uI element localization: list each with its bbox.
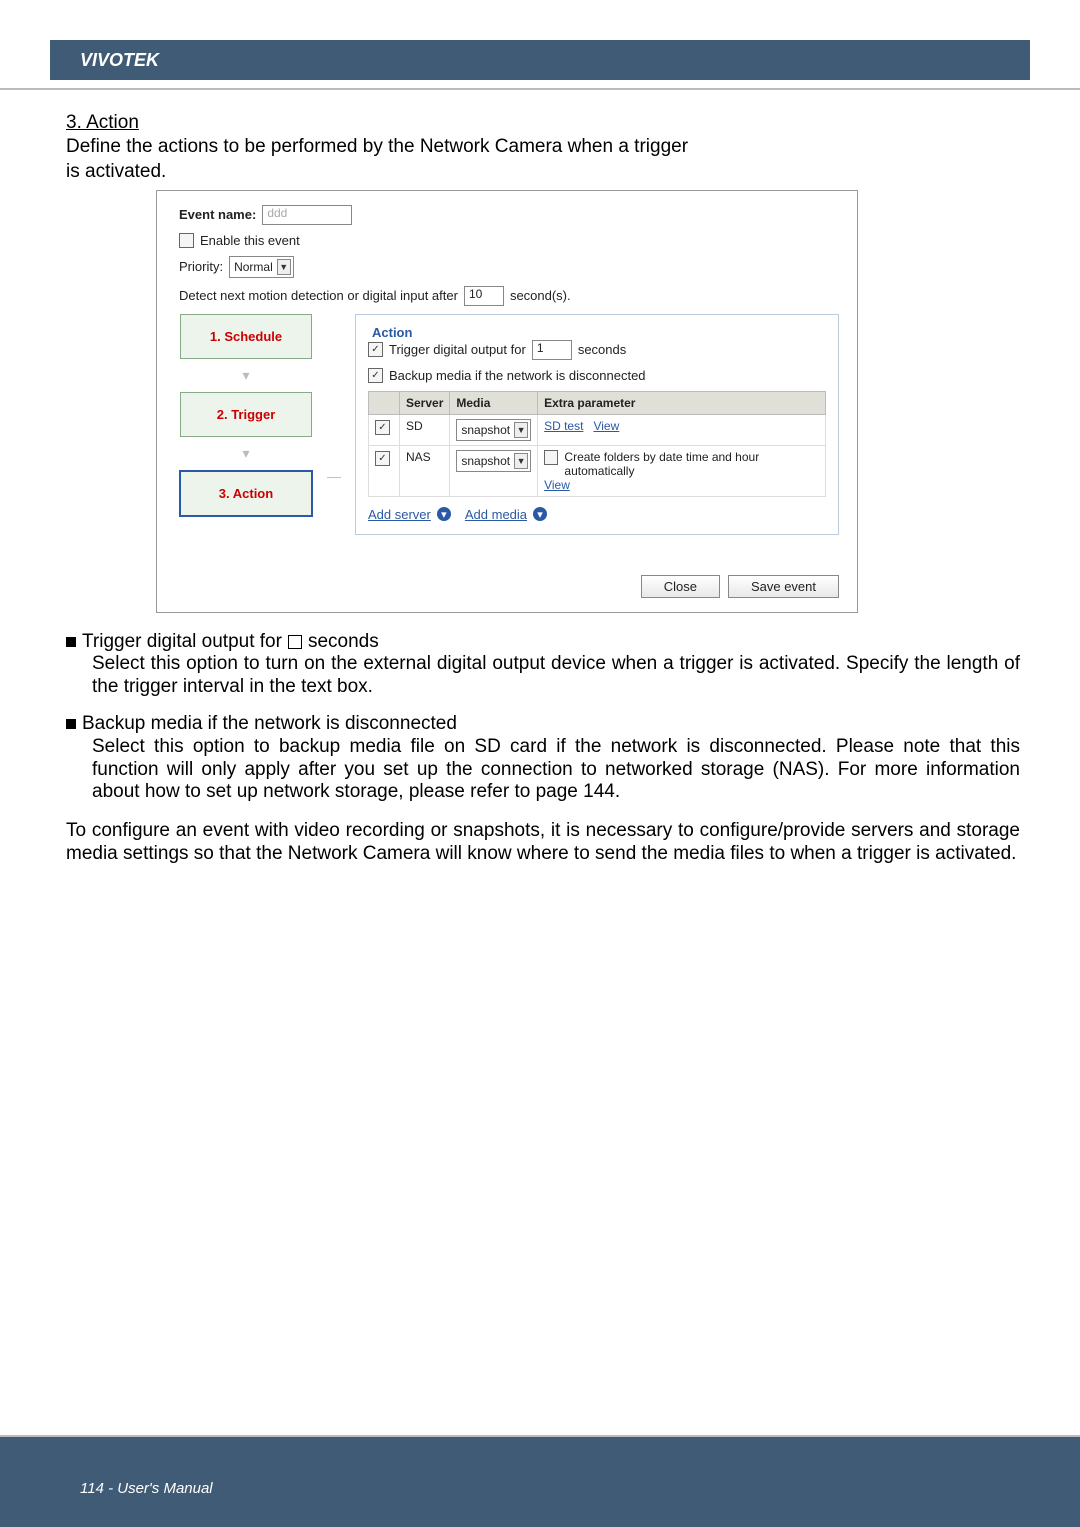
nas-server: NAS (400, 445, 450, 496)
event-name-label: Event name: (179, 207, 256, 222)
priority-value: Normal (234, 260, 273, 274)
step-schedule[interactable]: 1. Schedule (180, 314, 312, 359)
detect-row: Detect next motion detection or digital … (179, 286, 839, 306)
th-media: Media (450, 391, 538, 414)
wizard-steps: 1. Schedule ▾ 2. Trigger ▾ 3. Action (179, 314, 313, 535)
bullet-1-body: Select this option to turn on the extern… (92, 653, 1020, 699)
content-area: 3. Action Define the actions to be perfo… (66, 112, 1020, 866)
table-row: ✓ SD snapshot ▼ SD test View (369, 414, 826, 445)
step-trigger[interactable]: 2. Trigger (180, 392, 312, 437)
trigger-do-label-b: seconds (578, 342, 626, 357)
nas-view-link[interactable]: View (544, 478, 570, 492)
nas-create-folders-checkbox[interactable] (544, 450, 558, 465)
chevron-down-icon: ▼ (514, 453, 528, 469)
sd-test-link[interactable]: SD test (544, 419, 583, 433)
sd-view-link[interactable]: View (593, 419, 619, 433)
action-table: Server Media Extra parameter ✓ SD snapsh… (368, 391, 826, 497)
fieldset-legend: Action (368, 325, 416, 340)
header-rule (0, 88, 1080, 90)
bullet-icon (66, 719, 76, 729)
plus-icon: ▾ (533, 507, 547, 521)
page: VIVOTEK 3. Action Define the actions to … (0, 0, 1080, 1527)
add-media-button[interactable]: Add media ▾ (465, 507, 547, 522)
bullet-2-title: Backup media if the network is disconnec… (82, 713, 457, 736)
sd-media-select[interactable]: snapshot ▼ (456, 419, 531, 441)
bullet-2-head: Backup media if the network is disconnec… (66, 713, 1020, 736)
event-name-input[interactable]: ddd (262, 205, 352, 225)
plus-icon: ▾ (437, 507, 451, 521)
nas-checkbox[interactable]: ✓ (375, 451, 390, 466)
add-media-label: Add media (465, 507, 527, 522)
detect-label-a: Detect next motion detection or digital … (179, 288, 458, 303)
bullet-1-head: Trigger digital output for seconds (66, 631, 1020, 654)
th-server: Server (400, 391, 450, 414)
leader-line: — (327, 460, 341, 484)
arrow-down-icon: ▾ (242, 445, 249, 462)
arrow-down-icon: ▾ (242, 367, 249, 384)
sd-media-value: snapshot (461, 423, 510, 437)
trigger-do-label-a: Trigger digital output for (389, 342, 526, 357)
wizard-layout: 1. Schedule ▾ 2. Trigger ▾ 3. Action — A… (179, 314, 839, 535)
footer-text: 114 - User's Manual (80, 1480, 213, 1497)
brand-header: VIVOTEK (50, 40, 1030, 80)
bullet-1-title-b: seconds (308, 631, 379, 654)
table-row: ✓ NAS snapshot ▼ (369, 445, 826, 496)
bullet-icon (66, 637, 76, 647)
nas-media-select[interactable]: snapshot ▼ (456, 450, 531, 472)
sd-server: SD (400, 414, 450, 445)
backup-checkbox[interactable]: ✓ (368, 368, 383, 383)
th-extra: Extra parameter (538, 391, 826, 414)
dialog-buttons: Close Save event (179, 575, 839, 598)
input-placeholder-icon (288, 635, 302, 649)
close-button[interactable]: Close (641, 575, 720, 598)
trigger-do-row: ✓ Trigger digital output for 1 seconds (368, 340, 826, 360)
bullet-2-body: Select this option to backup media file … (92, 736, 1020, 804)
event-name-row: Event name: ddd (179, 205, 839, 225)
closing-paragraph: To configure an event with video recordi… (66, 820, 1020, 866)
bullet-1-title-a: Trigger digital output for (82, 631, 282, 654)
table-header-row: Server Media Extra parameter (369, 391, 826, 414)
backup-label: Backup media if the network is disconnec… (389, 368, 646, 383)
priority-row: Priority: Normal ▼ (179, 256, 839, 278)
save-event-button[interactable]: Save event (728, 575, 839, 598)
section-desc-line2: is activated. (66, 161, 1020, 184)
add-row: Add server ▾ Add media ▾ (368, 507, 826, 522)
enable-event-row: Enable this event (179, 233, 839, 248)
step-action[interactable]: 3. Action (179, 470, 313, 517)
priority-label: Priority: (179, 259, 223, 274)
detect-input[interactable]: 10 (464, 286, 504, 306)
sd-checkbox[interactable]: ✓ (375, 420, 390, 435)
enable-event-label: Enable this event (200, 233, 300, 248)
action-fieldset: Action ✓ Trigger digital output for 1 se… (355, 314, 839, 535)
trigger-do-checkbox[interactable]: ✓ (368, 342, 383, 357)
add-server-label: Add server (368, 507, 431, 522)
config-panel: Event name: ddd Enable this event Priori… (156, 190, 858, 613)
brand-text: VIVOTEK (80, 50, 159, 71)
nas-create-folders-label: Create folders by date time and hour aut… (564, 450, 819, 478)
detect-label-b: second(s). (510, 288, 571, 303)
trigger-do-input[interactable]: 1 (532, 340, 572, 360)
section-title: 3. Action (66, 112, 1020, 134)
backup-row: ✓ Backup media if the network is disconn… (368, 368, 826, 383)
nas-media-value: snapshot (461, 454, 510, 468)
bullets: Trigger digital output for seconds Selec… (66, 631, 1020, 805)
add-server-button[interactable]: Add server ▾ (368, 507, 451, 522)
section-desc-line1: Define the actions to be performed by th… (66, 136, 1020, 159)
priority-select[interactable]: Normal ▼ (229, 256, 294, 278)
enable-event-checkbox[interactable] (179, 233, 194, 248)
chevron-down-icon: ▼ (277, 259, 291, 275)
chevron-down-icon: ▼ (514, 422, 528, 438)
